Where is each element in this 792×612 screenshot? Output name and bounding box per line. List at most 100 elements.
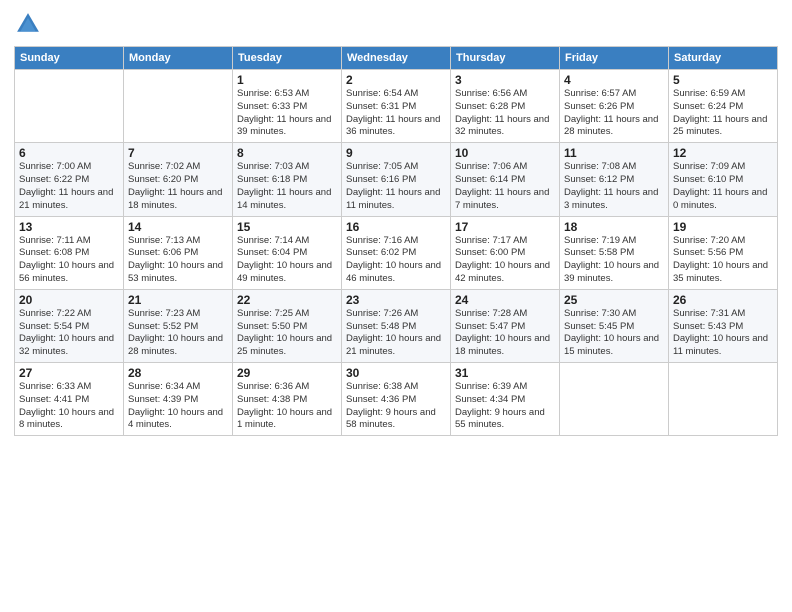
- calendar-cell: 30Sunrise: 6:38 AM Sunset: 4:36 PM Dayli…: [342, 363, 451, 436]
- day-number: 5: [673, 73, 773, 87]
- day-number: 23: [346, 293, 446, 307]
- calendar-cell: 2Sunrise: 6:54 AM Sunset: 6:31 PM Daylig…: [342, 70, 451, 143]
- day-info: Sunrise: 7:03 AM Sunset: 6:18 PM Dayligh…: [237, 161, 337, 212]
- day-number: 31: [455, 366, 555, 380]
- day-number: 14: [128, 220, 228, 234]
- calendar-cell: 1Sunrise: 6:53 AM Sunset: 6:33 PM Daylig…: [233, 70, 342, 143]
- calendar-cell: 16Sunrise: 7:16 AM Sunset: 6:02 PM Dayli…: [342, 216, 451, 289]
- day-number: 29: [237, 366, 337, 380]
- day-number: 30: [346, 366, 446, 380]
- week-row-1: 1Sunrise: 6:53 AM Sunset: 6:33 PM Daylig…: [15, 70, 778, 143]
- calendar-cell: 8Sunrise: 7:03 AM Sunset: 6:18 PM Daylig…: [233, 143, 342, 216]
- calendar-cell: 27Sunrise: 6:33 AM Sunset: 4:41 PM Dayli…: [15, 363, 124, 436]
- day-number: 3: [455, 73, 555, 87]
- day-number: 28: [128, 366, 228, 380]
- calendar-cell: 20Sunrise: 7:22 AM Sunset: 5:54 PM Dayli…: [15, 289, 124, 362]
- day-number: 2: [346, 73, 446, 87]
- calendar-cell: 12Sunrise: 7:09 AM Sunset: 6:10 PM Dayli…: [669, 143, 778, 216]
- calendar-cell: 22Sunrise: 7:25 AM Sunset: 5:50 PM Dayli…: [233, 289, 342, 362]
- calendar-cell: 21Sunrise: 7:23 AM Sunset: 5:52 PM Dayli…: [124, 289, 233, 362]
- calendar: SundayMondayTuesdayWednesdayThursdayFrid…: [14, 46, 778, 436]
- day-info: Sunrise: 6:38 AM Sunset: 4:36 PM Dayligh…: [346, 381, 446, 432]
- day-number: 16: [346, 220, 446, 234]
- day-info: Sunrise: 7:22 AM Sunset: 5:54 PM Dayligh…: [19, 308, 119, 359]
- day-info: Sunrise: 7:16 AM Sunset: 6:02 PM Dayligh…: [346, 235, 446, 286]
- day-info: Sunrise: 7:30 AM Sunset: 5:45 PM Dayligh…: [564, 308, 664, 359]
- calendar-cell: 14Sunrise: 7:13 AM Sunset: 6:06 PM Dayli…: [124, 216, 233, 289]
- weekday-header-tuesday: Tuesday: [233, 47, 342, 70]
- day-info: Sunrise: 7:06 AM Sunset: 6:14 PM Dayligh…: [455, 161, 555, 212]
- weekday-header-monday: Monday: [124, 47, 233, 70]
- day-info: Sunrise: 6:56 AM Sunset: 6:28 PM Dayligh…: [455, 88, 555, 139]
- calendar-cell: 31Sunrise: 6:39 AM Sunset: 4:34 PM Dayli…: [451, 363, 560, 436]
- day-info: Sunrise: 7:00 AM Sunset: 6:22 PM Dayligh…: [19, 161, 119, 212]
- day-info: Sunrise: 7:02 AM Sunset: 6:20 PM Dayligh…: [128, 161, 228, 212]
- calendar-cell: 28Sunrise: 6:34 AM Sunset: 4:39 PM Dayli…: [124, 363, 233, 436]
- day-info: Sunrise: 7:11 AM Sunset: 6:08 PM Dayligh…: [19, 235, 119, 286]
- calendar-cell: 7Sunrise: 7:02 AM Sunset: 6:20 PM Daylig…: [124, 143, 233, 216]
- calendar-cell: 26Sunrise: 7:31 AM Sunset: 5:43 PM Dayli…: [669, 289, 778, 362]
- day-info: Sunrise: 6:39 AM Sunset: 4:34 PM Dayligh…: [455, 381, 555, 432]
- logo: [14, 10, 46, 38]
- day-number: 11: [564, 146, 664, 160]
- day-number: 26: [673, 293, 773, 307]
- day-info: Sunrise: 7:08 AM Sunset: 6:12 PM Dayligh…: [564, 161, 664, 212]
- weekday-header-friday: Friday: [560, 47, 669, 70]
- calendar-cell: [15, 70, 124, 143]
- calendar-cell: 18Sunrise: 7:19 AM Sunset: 5:58 PM Dayli…: [560, 216, 669, 289]
- day-info: Sunrise: 7:19 AM Sunset: 5:58 PM Dayligh…: [564, 235, 664, 286]
- day-info: Sunrise: 6:57 AM Sunset: 6:26 PM Dayligh…: [564, 88, 664, 139]
- day-number: 12: [673, 146, 773, 160]
- weekday-header-thursday: Thursday: [451, 47, 560, 70]
- day-number: 10: [455, 146, 555, 160]
- week-row-3: 13Sunrise: 7:11 AM Sunset: 6:08 PM Dayli…: [15, 216, 778, 289]
- calendar-cell: 6Sunrise: 7:00 AM Sunset: 6:22 PM Daylig…: [15, 143, 124, 216]
- week-row-5: 27Sunrise: 6:33 AM Sunset: 4:41 PM Dayli…: [15, 363, 778, 436]
- day-number: 18: [564, 220, 664, 234]
- header: [14, 10, 778, 38]
- day-info: Sunrise: 6:36 AM Sunset: 4:38 PM Dayligh…: [237, 381, 337, 432]
- week-row-2: 6Sunrise: 7:00 AM Sunset: 6:22 PM Daylig…: [15, 143, 778, 216]
- day-info: Sunrise: 7:26 AM Sunset: 5:48 PM Dayligh…: [346, 308, 446, 359]
- day-number: 13: [19, 220, 119, 234]
- week-row-4: 20Sunrise: 7:22 AM Sunset: 5:54 PM Dayli…: [15, 289, 778, 362]
- day-number: 17: [455, 220, 555, 234]
- calendar-cell: 4Sunrise: 6:57 AM Sunset: 6:26 PM Daylig…: [560, 70, 669, 143]
- calendar-cell: 13Sunrise: 7:11 AM Sunset: 6:08 PM Dayli…: [15, 216, 124, 289]
- day-info: Sunrise: 7:31 AM Sunset: 5:43 PM Dayligh…: [673, 308, 773, 359]
- day-number: 4: [564, 73, 664, 87]
- day-number: 6: [19, 146, 119, 160]
- day-info: Sunrise: 7:25 AM Sunset: 5:50 PM Dayligh…: [237, 308, 337, 359]
- weekday-header-row: SundayMondayTuesdayWednesdayThursdayFrid…: [15, 47, 778, 70]
- calendar-cell: 11Sunrise: 7:08 AM Sunset: 6:12 PM Dayli…: [560, 143, 669, 216]
- day-info: Sunrise: 7:05 AM Sunset: 6:16 PM Dayligh…: [346, 161, 446, 212]
- day-number: 25: [564, 293, 664, 307]
- day-number: 21: [128, 293, 228, 307]
- day-number: 24: [455, 293, 555, 307]
- calendar-cell: [669, 363, 778, 436]
- page: SundayMondayTuesdayWednesdayThursdayFrid…: [0, 0, 792, 612]
- day-number: 15: [237, 220, 337, 234]
- weekday-header-sunday: Sunday: [15, 47, 124, 70]
- day-info: Sunrise: 7:23 AM Sunset: 5:52 PM Dayligh…: [128, 308, 228, 359]
- calendar-cell: 17Sunrise: 7:17 AM Sunset: 6:00 PM Dayli…: [451, 216, 560, 289]
- day-info: Sunrise: 6:54 AM Sunset: 6:31 PM Dayligh…: [346, 88, 446, 139]
- calendar-cell: 29Sunrise: 6:36 AM Sunset: 4:38 PM Dayli…: [233, 363, 342, 436]
- calendar-cell: 23Sunrise: 7:26 AM Sunset: 5:48 PM Dayli…: [342, 289, 451, 362]
- day-info: Sunrise: 7:14 AM Sunset: 6:04 PM Dayligh…: [237, 235, 337, 286]
- calendar-cell: 25Sunrise: 7:30 AM Sunset: 5:45 PM Dayli…: [560, 289, 669, 362]
- day-number: 9: [346, 146, 446, 160]
- day-info: Sunrise: 7:28 AM Sunset: 5:47 PM Dayligh…: [455, 308, 555, 359]
- logo-icon: [14, 10, 42, 38]
- calendar-cell: 3Sunrise: 6:56 AM Sunset: 6:28 PM Daylig…: [451, 70, 560, 143]
- calendar-cell: [560, 363, 669, 436]
- day-number: 22: [237, 293, 337, 307]
- calendar-cell: 9Sunrise: 7:05 AM Sunset: 6:16 PM Daylig…: [342, 143, 451, 216]
- day-info: Sunrise: 7:17 AM Sunset: 6:00 PM Dayligh…: [455, 235, 555, 286]
- day-number: 19: [673, 220, 773, 234]
- day-number: 1: [237, 73, 337, 87]
- calendar-cell: 19Sunrise: 7:20 AM Sunset: 5:56 PM Dayli…: [669, 216, 778, 289]
- day-info: Sunrise: 6:33 AM Sunset: 4:41 PM Dayligh…: [19, 381, 119, 432]
- day-info: Sunrise: 6:53 AM Sunset: 6:33 PM Dayligh…: [237, 88, 337, 139]
- day-info: Sunrise: 6:34 AM Sunset: 4:39 PM Dayligh…: [128, 381, 228, 432]
